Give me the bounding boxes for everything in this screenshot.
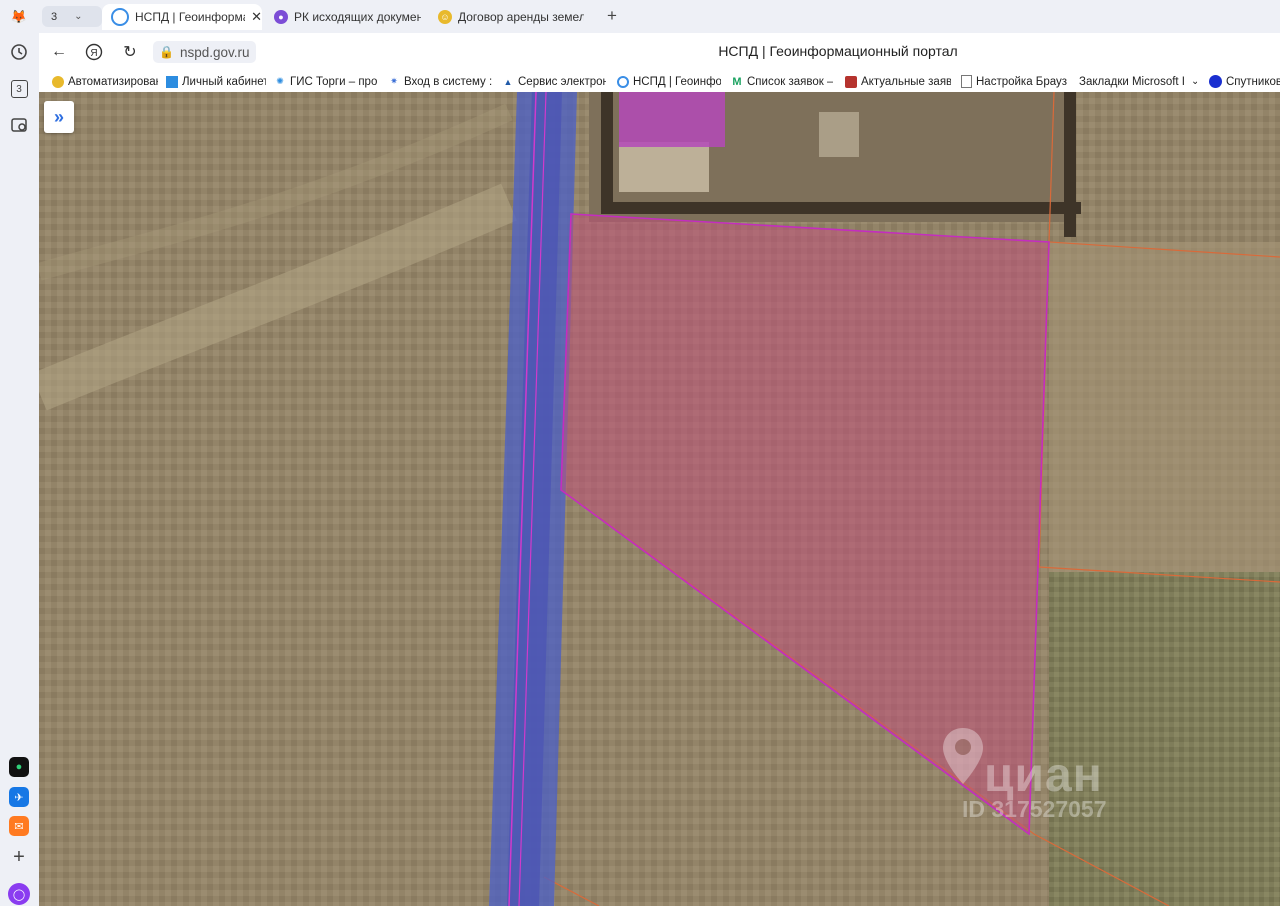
- url-field[interactable]: 🔒 nspd.gov.ru: [153, 41, 256, 63]
- tabs-counter-icon[interactable]: 3: [8, 78, 30, 100]
- building-roof: [819, 112, 859, 157]
- bookmark-item[interactable]: ✺ ГИС Торги – прод: [274, 73, 377, 90]
- new-tab-button[interactable]: +: [602, 6, 622, 26]
- close-icon[interactable]: ✕: [251, 9, 262, 25]
- bookmark-item[interactable]: M Список заявок —: [731, 73, 833, 90]
- parcel-small: [619, 92, 725, 147]
- url-text: nspd.gov.ru: [179, 44, 250, 60]
- bookmark-label: ГИС Торги – прод: [290, 75, 377, 88]
- cube-icon: [845, 75, 857, 88]
- tab-title: НСПД | Геоинформационный портал: [135, 10, 245, 24]
- bookmark-item[interactable]: Актуальные заявл: [845, 73, 951, 90]
- tab-group-count: 3: [51, 10, 58, 23]
- bookmark-label: НСПД | Геоинфор: [633, 75, 721, 88]
- bookmark-label: Сервис электрон: [518, 75, 606, 88]
- nspd-icon: [111, 8, 129, 26]
- fence-line: [601, 202, 1081, 214]
- green-field: [1049, 572, 1280, 906]
- screenshot-icon[interactable]: [8, 114, 30, 136]
- building-roof: [619, 142, 709, 192]
- satellite-map: [39, 92, 1280, 906]
- bookmarks-bar: Автоматизирован Личный кабинет ✺ ГИС Торг…: [39, 71, 1280, 93]
- bookmark-label: Настройка Брауз: [976, 75, 1067, 88]
- app-messenger-icon[interactable]: ✈: [9, 787, 29, 807]
- bookmark-item[interactable]: Личный кабинет: [166, 73, 266, 90]
- history-icon[interactable]: [8, 41, 30, 63]
- bookmark-item[interactable]: ✷ Вход в систему :: I: [388, 73, 492, 90]
- gosuslugi-icon: ☺: [438, 10, 452, 24]
- bookmark-label: Актуальные заявл: [861, 75, 951, 88]
- bookmark-item[interactable]: ▲ Сервис электрон: [502, 73, 606, 90]
- app-alice-music-icon[interactable]: ●: [9, 757, 29, 777]
- gmail-icon: M: [732, 75, 742, 88]
- fence-line: [601, 92, 613, 207]
- page-icon: [961, 75, 972, 88]
- gosuslugi-icon: [52, 75, 64, 88]
- tab-rk-documents[interactable]: ● РК исходящих документов: [265, 4, 421, 30]
- tab-group-button[interactable]: 3 ⌄: [42, 6, 102, 27]
- tab-lease-contract[interactable]: ☺ Договор аренды земельного участка: [429, 4, 584, 30]
- field-patch: [1049, 242, 1280, 572]
- bookmark-label: Личный кабинет: [182, 75, 266, 88]
- bookmark-label: Закладки Microsoft I: [1079, 75, 1186, 88]
- alice-assistant-icon[interactable]: ◯: [8, 883, 30, 905]
- browser-sidebar: 🦊 3 ● ✈ ✉ + ◯: [0, 0, 39, 906]
- back-arrow-icon[interactable]: ←: [49, 42, 69, 62]
- gis-torgi-icon: ✺: [276, 76, 284, 86]
- address-bar-row: ← Я ↻ 🔒 nspd.gov.ru НСПД | Геоинформацио…: [39, 33, 1280, 71]
- fence-line: [1064, 92, 1076, 237]
- app-mail-icon[interactable]: ✉: [9, 816, 29, 836]
- expand-panel-button[interactable]: »: [44, 101, 74, 133]
- reload-icon[interactable]: ↻: [120, 42, 140, 62]
- bookmark-label: Вход в систему :: I: [404, 75, 492, 88]
- svg-text:Я: Я: [90, 48, 97, 59]
- bookmark-label: Список заявок —: [747, 75, 833, 88]
- chevron-down-icon: ⌄: [74, 11, 83, 22]
- tab-title: Договор аренды земельного участка: [458, 10, 584, 24]
- mountain-icon: ▲: [503, 76, 513, 87]
- page-title: НСПД | Геоинформационный портал: [718, 43, 958, 59]
- bookmark-label: Спутников: [1226, 75, 1280, 88]
- bookmark-item[interactable]: Спутников: [1209, 73, 1280, 90]
- cabinet-icon: [166, 75, 178, 88]
- tab-strip: 3 ⌄ НСПД | Геоинформационный портал ✕ ● …: [39, 0, 1280, 33]
- bookmark-folder[interactable]: Закладки Microsoft I ⌄: [1079, 73, 1197, 90]
- bookmark-label: Автоматизирован: [68, 75, 158, 88]
- chevron-down-icon: ⌄: [1191, 76, 1197, 87]
- tabs-counter-value: 3: [10, 80, 28, 98]
- yandex-logo-icon[interactable]: Я: [84, 42, 104, 62]
- tab-nspd[interactable]: НСПД | Геоинформационный портал ✕: [102, 4, 262, 30]
- add-app-icon[interactable]: +: [8, 846, 30, 868]
- doc-registry-icon: ●: [274, 10, 288, 24]
- login-globe-icon: ✷: [390, 76, 398, 86]
- tab-title: РК исходящих документов: [294, 10, 421, 24]
- map-canvas[interactable]: » циан ID 317527057: [39, 92, 1280, 906]
- nspd-icon: [617, 75, 629, 88]
- lock-icon: 🔒: [159, 45, 174, 59]
- bookmark-item[interactable]: Настройка Брауз: [961, 73, 1067, 90]
- browser-logo-icon[interactable]: 🦊: [8, 6, 30, 28]
- sputnik-icon: [1209, 75, 1222, 88]
- bookmark-item[interactable]: НСПД | Геоинфор: [617, 73, 721, 90]
- bookmark-item[interactable]: Автоматизирован: [52, 73, 158, 90]
